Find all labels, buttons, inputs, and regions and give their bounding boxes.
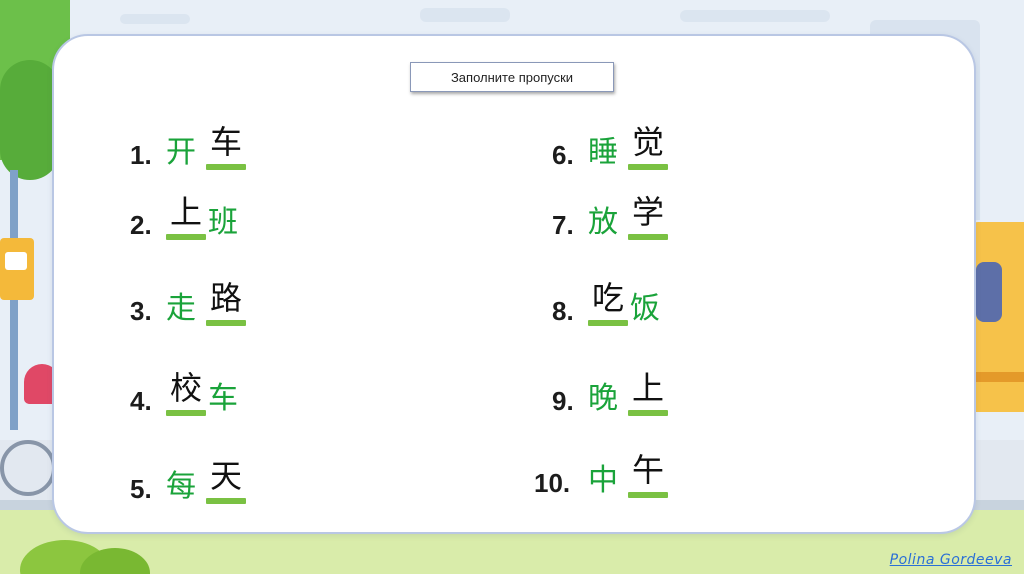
answer-character: 吃 [592, 279, 625, 317]
exercise-item: 4. 车校 [130, 372, 290, 440]
cloud [120, 14, 190, 24]
answer-blank-underline [628, 410, 668, 416]
item-number: 7. [552, 210, 574, 240]
exercise-item: 6. 睡觉 [552, 126, 712, 194]
answer-character: 天 [210, 457, 243, 495]
item-number: 9. [552, 386, 574, 416]
answer-character: 午 [632, 451, 665, 489]
bus [968, 222, 1024, 412]
answer-character: 上 [170, 193, 203, 231]
exercise-item: 7. 放学 [552, 196, 712, 264]
answer-character: 学 [632, 193, 665, 231]
cloud [420, 8, 510, 22]
author-credit-link[interactable]: Polina Gordeeva [890, 552, 1012, 568]
item-number: 3. [130, 296, 152, 326]
given-character: 走 [166, 291, 196, 326]
answer-blank-underline [588, 320, 628, 326]
answer-character: 上 [632, 369, 665, 407]
item-number: 5. [130, 474, 152, 504]
cloud [680, 10, 830, 22]
answer-character: 觉 [632, 123, 665, 161]
given-character: 放 [588, 205, 618, 240]
item-number: 1. [130, 140, 152, 170]
given-character: 每 [166, 469, 196, 504]
exercise-item: 9. 晚上 [552, 372, 712, 440]
answer-blank-underline [628, 492, 668, 498]
given-character: 睡 [588, 135, 618, 170]
given-character: 开 [166, 135, 196, 170]
answer-blank-underline [628, 234, 668, 240]
given-character: 中 [588, 463, 618, 498]
exercise-item: 3. 走路 [130, 282, 290, 350]
given-character: 饭 [630, 291, 660, 326]
exercise-card [52, 34, 976, 534]
sign-pole [10, 170, 18, 430]
answer-blank-underline [206, 164, 246, 170]
item-number: 10. [534, 468, 571, 498]
exercise-item: 2. 班上 [130, 196, 290, 264]
item-number: 4. [130, 386, 152, 416]
bus-stop-sign-icon [0, 238, 34, 300]
answer-blank-underline [166, 234, 206, 240]
answer-blank-underline [206, 320, 246, 326]
item-number: 6. [552, 140, 574, 170]
exercise-item: 10. 中午 [534, 454, 694, 522]
item-number: 8. [552, 296, 574, 326]
exercise-title: Заполните пропуски [410, 62, 614, 92]
item-number: 2. [130, 210, 152, 240]
exercise-item: 8. 饭吃 [552, 282, 712, 350]
answer-character: 路 [210, 279, 243, 317]
exercise-item: 1. 开车 [130, 126, 290, 194]
answer-character: 校 [170, 369, 203, 407]
answer-blank-underline [628, 164, 668, 170]
exercise-title-text: Заполните пропуски [450, 69, 574, 85]
tree [0, 60, 60, 180]
bicycle-wheel [0, 440, 56, 496]
given-character: 班 [208, 205, 238, 240]
answer-blank-underline [166, 410, 206, 416]
exercise-item: 5. 每天 [130, 460, 290, 528]
answer-blank-underline [206, 498, 246, 504]
answer-character: 车 [210, 123, 243, 161]
given-character: 晚 [588, 381, 618, 416]
given-character: 车 [208, 381, 238, 416]
